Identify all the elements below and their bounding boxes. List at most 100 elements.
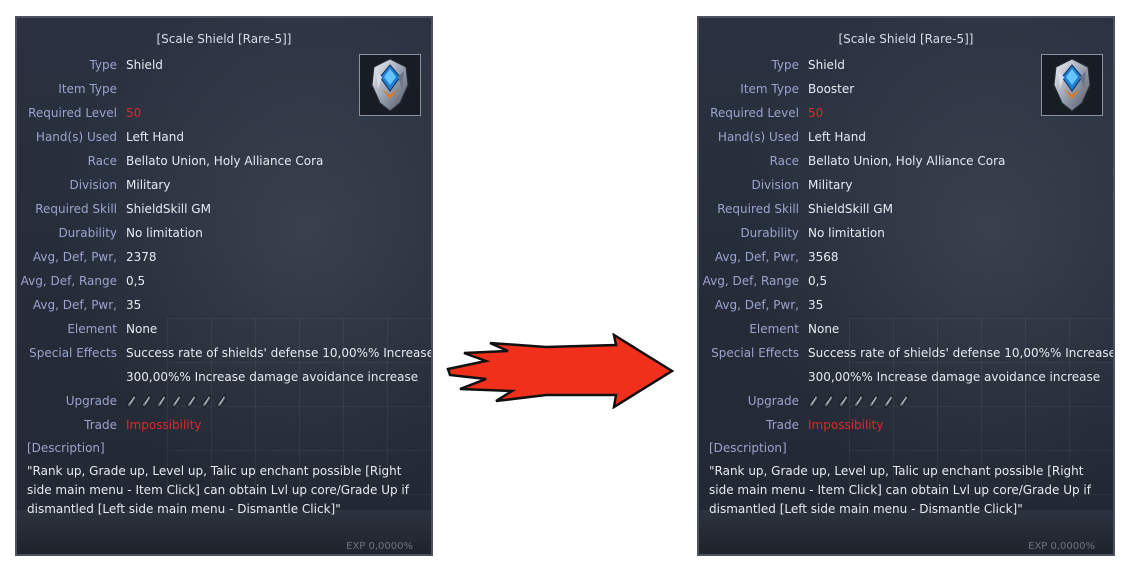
stat-row-required-level: Required Level 50	[699, 104, 1109, 122]
stat-row-hands-used: Hand(s) Used Left Hand	[699, 128, 1109, 146]
stat-label: Trade	[84, 418, 117, 432]
empty-upgrade-slot-icon	[216, 394, 227, 408]
empty-upgrade-slot-icon	[823, 394, 834, 408]
stat-label: Type	[89, 58, 117, 72]
stat-label: Element	[67, 322, 117, 336]
stat-label: Required Skill	[717, 202, 799, 216]
stat-row-race: Race Bellato Union, Holy Alliance Cora	[699, 152, 1109, 170]
stat-value: ShieldSkill GM	[126, 202, 211, 216]
item-title: [Scale Shield [Rare-5]]	[156, 32, 292, 46]
stat-label: Race	[87, 154, 117, 168]
stat-row-def-range: Avg, Def, Range 0,5	[699, 272, 1109, 290]
stat-label: Type	[771, 58, 799, 72]
stat-value: Impossibility	[126, 418, 202, 432]
upgrade-slots	[808, 394, 913, 412]
stat-row-def-power-2: Avg, Def, Pwr, 35	[699, 296, 1109, 314]
stat-value: No limitation	[808, 226, 885, 240]
empty-upgrade-slot-icon	[883, 394, 894, 408]
stat-value: 300,00%% Increase damage avoidance incre…	[808, 370, 1101, 384]
stat-row-def-power: Avg, Def, Pwr, 2378	[17, 248, 427, 266]
stat-value: 50	[808, 106, 824, 120]
stat-value: None	[126, 322, 158, 336]
stat-value: Success rate of shields' defense 10,00%%…	[126, 346, 433, 360]
description-header: [Description]	[27, 441, 105, 455]
stat-row-division: Division Military	[699, 176, 1109, 194]
empty-upgrade-slot-icon	[156, 394, 167, 408]
exp-readout: EXP 0,0000%	[346, 541, 413, 552]
stat-label: Durability	[58, 226, 117, 240]
empty-upgrade-slot-icon	[808, 394, 819, 408]
stat-row-upgrade: Upgrade	[699, 392, 1109, 410]
stat-row-durability: Durability No limitation	[17, 224, 427, 242]
stat-row-type: Type Shield	[17, 56, 427, 74]
exp-readout: EXP 0,0000%	[1028, 541, 1095, 552]
stat-label: Item Type	[740, 82, 799, 96]
stat-row-def-power-2: Avg, Def, Pwr, 35	[17, 296, 427, 314]
stat-label: Avg, Def, Pwr,	[714, 298, 799, 312]
stat-row-special-effects: Special Effects Success rate of shields'…	[17, 344, 431, 362]
description-text: "Rank up, Grade up, Level up, Talic up e…	[27, 464, 409, 516]
stat-row-element: Element None	[699, 320, 1109, 338]
stat-label: Division	[69, 178, 117, 192]
stat-row-def-power: Avg, Def, Pwr, 3568	[699, 248, 1109, 266]
stat-value: Booster	[808, 82, 855, 96]
stat-row-type: Type Shield	[699, 56, 1109, 74]
stat-row-race: Race Bellato Union, Holy Alliance Cora	[17, 152, 427, 170]
stat-row-upgrade: Upgrade	[17, 392, 427, 410]
stat-row-item-type: Item Type Booster	[699, 80, 1109, 98]
stat-row-special-effects: Special Effects Success rate of shields'…	[699, 344, 1113, 362]
stat-value: No limitation	[126, 226, 203, 240]
stat-row-trade: Trade Impossibility	[17, 416, 427, 434]
stat-row-trade: Trade Impossibility	[699, 416, 1109, 434]
stat-label: Upgrade	[65, 394, 117, 408]
stat-value: 35	[126, 298, 142, 312]
right-arrow-icon	[446, 333, 675, 409]
stat-label: Durability	[740, 226, 799, 240]
empty-upgrade-slot-icon	[171, 394, 182, 408]
stat-value: 35	[808, 298, 824, 312]
stat-row-item-type: Item Type	[17, 80, 427, 98]
stat-row-def-range: Avg, Def, Range 0,5	[17, 272, 427, 290]
empty-upgrade-slot-icon	[838, 394, 849, 408]
item-title: [Scale Shield [Rare-5]]	[838, 32, 974, 46]
upgrade-slots	[126, 394, 231, 412]
stat-label: Hand(s) Used	[717, 130, 799, 144]
stat-value: ShieldSkill GM	[808, 202, 893, 216]
stat-label: Hand(s) Used	[35, 130, 117, 144]
empty-upgrade-slot-icon	[201, 394, 212, 408]
description-text: "Rank up, Grade up, Level up, Talic up e…	[709, 464, 1091, 516]
stat-label: Upgrade	[747, 394, 799, 408]
stat-row-durability: Durability No limitation	[699, 224, 1109, 242]
stat-label: Division	[751, 178, 799, 192]
stat-value: Military	[126, 178, 171, 192]
empty-upgrade-slot-icon	[126, 394, 137, 408]
stat-value: Bellato Union, Holy Alliance Cora	[808, 154, 1006, 168]
stat-row-required-level: Required Level 50	[17, 104, 427, 122]
item-tooltip-before: EXP 0,0000% [Scale Shield [Rare-5]] Type…	[15, 16, 433, 556]
item-tooltip-after: EXP 0,0000% [Scale Shield [Rare-5]] Type…	[697, 16, 1115, 556]
stat-label: Avg, Def, Range	[702, 274, 799, 288]
stat-row-element: Element None	[17, 320, 427, 338]
stat-value: Left Hand	[126, 130, 184, 144]
stat-value: Shield	[126, 58, 163, 72]
stat-value: Impossibility	[808, 418, 884, 432]
stat-label: Special Effects	[711, 346, 799, 360]
stat-row-hands-used: Hand(s) Used Left Hand	[17, 128, 427, 146]
stat-label: Special Effects	[29, 346, 117, 360]
empty-upgrade-slot-icon	[868, 394, 879, 408]
stat-label: Avg, Def, Pwr,	[714, 250, 799, 264]
stat-value: 3568	[808, 250, 839, 264]
stat-row-special-effects-2: 300,00%% Increase damage avoidance incre…	[699, 368, 1109, 386]
stat-value: Shield	[808, 58, 845, 72]
stat-value: Success rate of shields' defense 10,00%%…	[808, 346, 1115, 360]
empty-upgrade-slot-icon	[186, 394, 197, 408]
stat-label: Avg, Def, Pwr,	[32, 298, 117, 312]
description-header: [Description]	[709, 441, 787, 455]
stat-value: Military	[808, 178, 853, 192]
stat-row-division: Division Military	[17, 176, 427, 194]
stat-row-required-skill: Required Skill ShieldSkill GM	[699, 200, 1109, 218]
stat-label: Required Level	[28, 106, 117, 120]
stat-value: 2378	[126, 250, 157, 264]
empty-upgrade-slot-icon	[141, 394, 152, 408]
stat-label: Avg, Def, Pwr,	[32, 250, 117, 264]
